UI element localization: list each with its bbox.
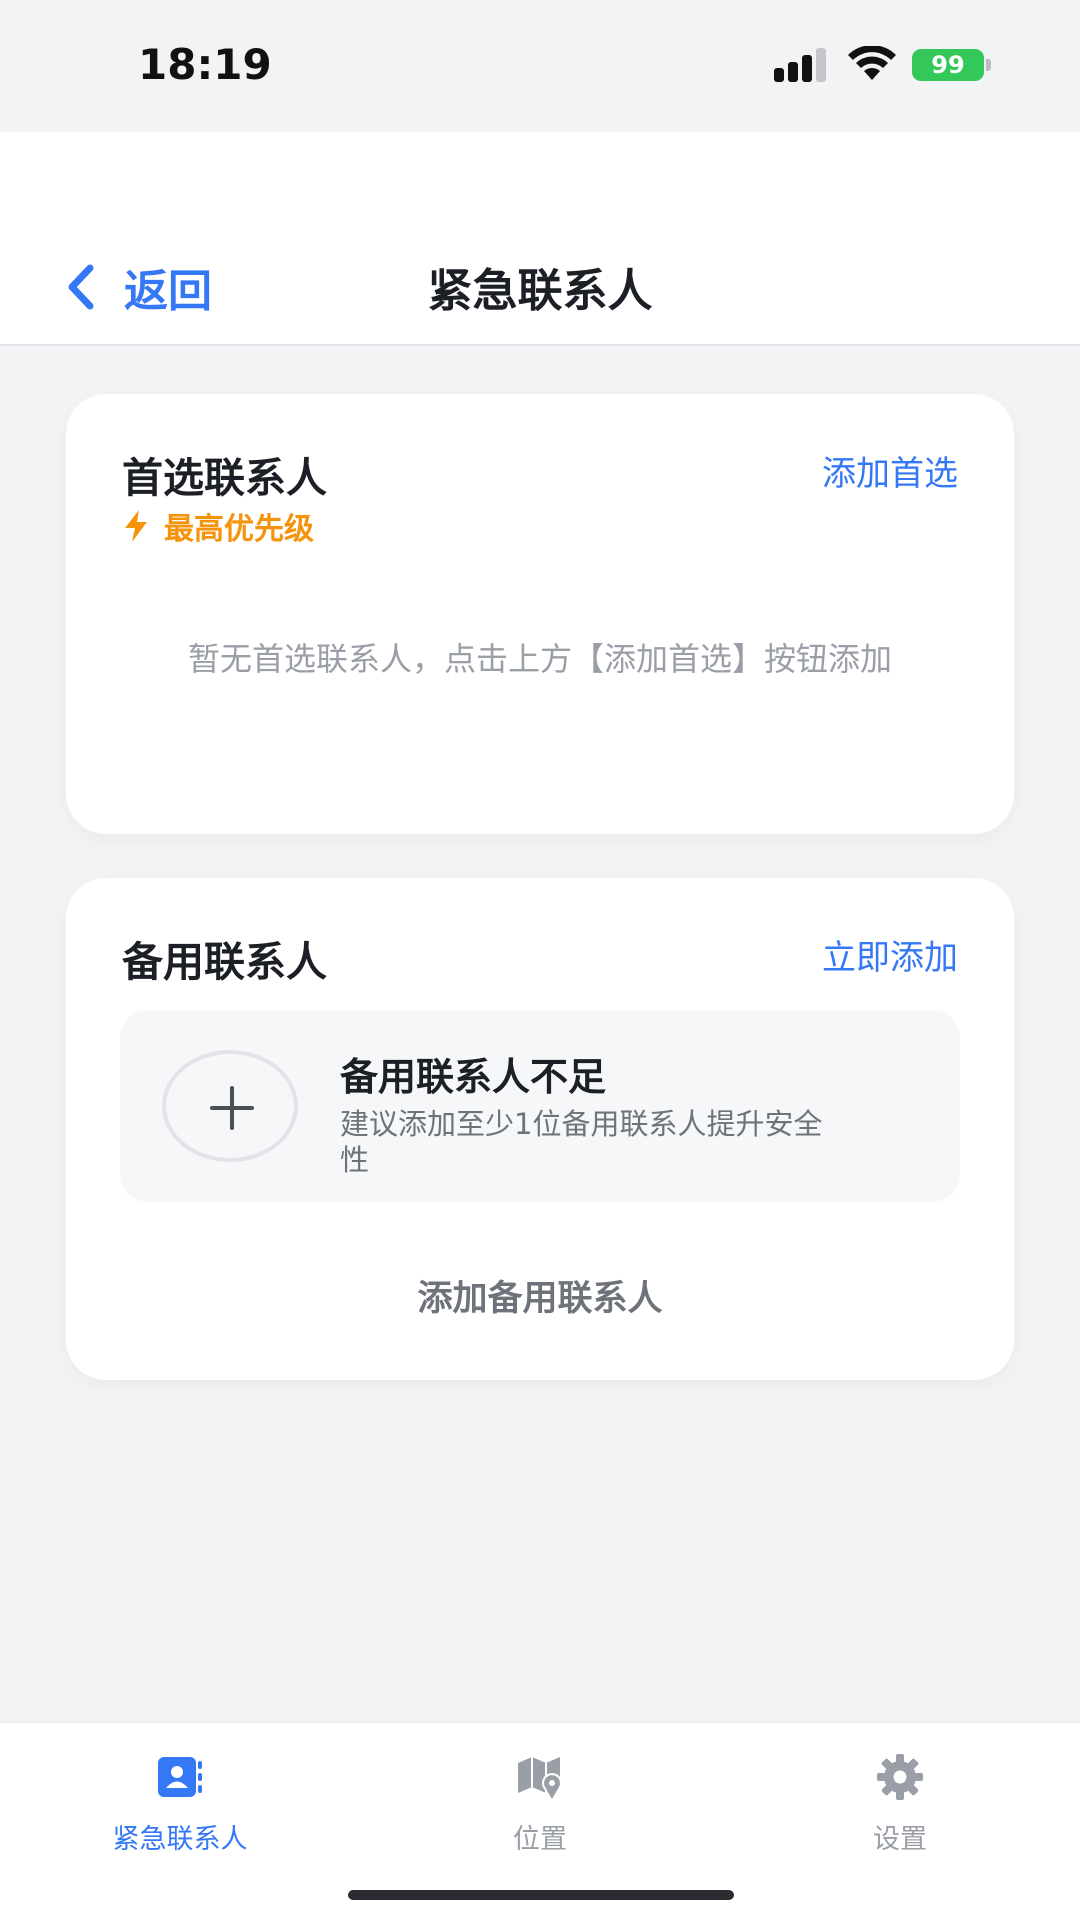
gear-icon	[877, 1754, 923, 1800]
primary-contacts-title: 首选联系人	[122, 454, 327, 502]
primary-contacts-card: 首选联系人 添加首选 最高优先级 暂无首选联系人，点击上方【添加首选】按钮添加	[66, 394, 1014, 834]
tab-location[interactable]: 位置	[440, 1753, 640, 1873]
priority-badge: 最高优先级	[122, 504, 314, 548]
tab-label: 位置	[513, 1824, 567, 1855]
backup-warning-box[interactable]: 备用联系人不足 建议添加至少1位备用联系人提升安全性	[120, 1010, 960, 1202]
contacts-icon	[158, 1757, 202, 1797]
wifi-icon	[848, 46, 896, 80]
add-backup-contact-button[interactable]: 添加备用联系人	[66, 1270, 1014, 1321]
battery-icon: 99	[912, 49, 992, 81]
backup-contacts-card: 备用联系人 立即添加 备用联系人不足 建议添加至少1位备用联系人提升安全性 添加…	[66, 878, 1014, 1380]
tab-settings[interactable]: 设置	[800, 1753, 1000, 1873]
map-pin-icon	[518, 1757, 562, 1799]
nav-bar: 返回 紧急联系人	[0, 132, 1080, 346]
status-time: 18:19	[138, 40, 272, 89]
add-contact-circle[interactable]	[162, 1050, 298, 1162]
home-indicator	[348, 1890, 734, 1900]
tab-label: 紧急联系人	[112, 1824, 248, 1855]
tab-emergency-contacts[interactable]: 紧急联系人	[80, 1753, 280, 1873]
plus-icon	[210, 1086, 254, 1130]
page-title: 紧急联系人	[427, 264, 653, 317]
battery-tip	[986, 59, 991, 71]
battery-level: 99	[912, 49, 984, 81]
empty-state-text: 暂无首选联系人，点击上方【添加首选】按钮添加	[187, 640, 892, 678]
signal-icon	[774, 48, 826, 82]
warning-title: 备用联系人不足	[340, 1055, 607, 1099]
lightning-icon	[125, 510, 147, 542]
priority-label: 最高优先级	[164, 512, 314, 547]
tab-label: 设置	[873, 1824, 927, 1855]
warning-description: 建议添加至少1位备用联系人提升安全性	[340, 1107, 823, 1177]
add-now-button[interactable]: 立即添加	[822, 930, 958, 979]
backup-contacts-title: 备用联系人	[122, 938, 327, 986]
status-bar: 18:19 99	[0, 0, 1080, 132]
add-primary-button[interactable]: 添加首选	[822, 446, 958, 495]
